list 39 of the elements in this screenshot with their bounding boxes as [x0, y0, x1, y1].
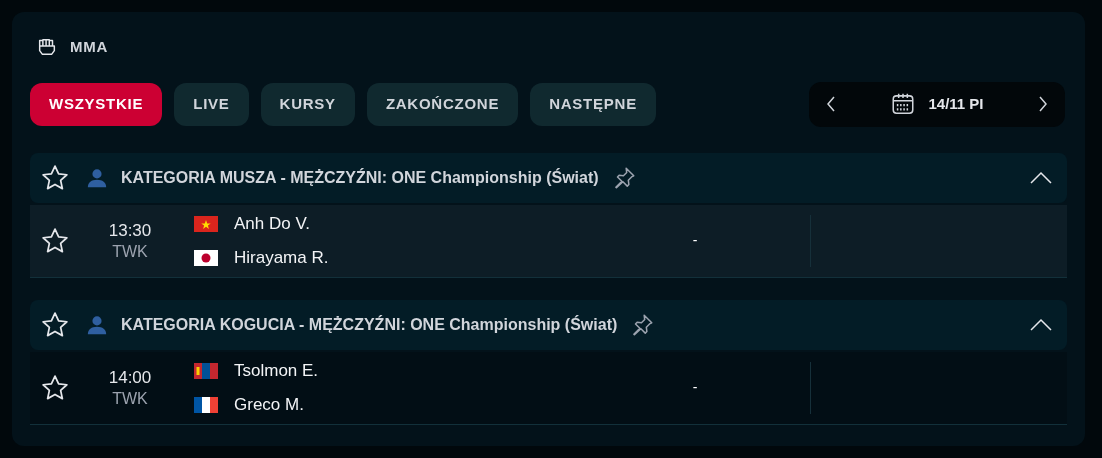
league-title: KATEGORIA KOGUCIA - MĘŻCZYŹNI: ONE Championship (Świat) [121, 314, 618, 335]
flag-icon [194, 396, 218, 413]
chevron-up-icon[interactable] [1029, 170, 1053, 185]
match-score: - [691, 378, 699, 397]
star-icon[interactable] [40, 225, 70, 256]
match-status: TWK [112, 241, 148, 262]
competitor-name: Hirayama R. [234, 246, 329, 269]
league-header[interactable]: KATEGORIA MUSZA - MĘŻCZYŹNI: ONE Championship (Świat) [30, 152, 1067, 203]
competitor-name: Greco M. [234, 393, 304, 416]
flag-icon [194, 215, 218, 232]
filter-tab[interactable]: KURSY [260, 82, 355, 126]
person-icon [86, 166, 108, 189]
sport-title: MMA [70, 37, 109, 57]
flag-icon [194, 249, 218, 266]
chevron-right-icon[interactable] [1037, 95, 1049, 113]
calendar-icon [890, 91, 917, 117]
competitor-name: Tsolmon E. [234, 359, 319, 382]
filter-tab[interactable]: NASTĘPNE [530, 82, 656, 126]
league-title: KATEGORIA MUSZA - MĘŻCZYŹNI: ONE Championship (Świat) [121, 167, 599, 188]
star-icon[interactable] [40, 309, 70, 340]
match-row[interactable]: 13:30 TWK Anh Do V. Hirayama R. - [30, 204, 1067, 278]
filter-tab[interactable]: LIVE [174, 82, 249, 126]
star-icon[interactable] [40, 372, 70, 403]
league-header[interactable]: KATEGORIA KOGUCIA - MĘŻCZYŹNI: ONE Championship (Świat) [30, 299, 1067, 350]
flag-icon [194, 362, 218, 379]
competitor-name: Anh Do V. [234, 212, 310, 235]
star-icon[interactable] [40, 162, 70, 193]
filter-tab[interactable]: ZAKOŃCZONE [366, 82, 519, 126]
person-icon [86, 313, 108, 336]
match-time: 13:30 [108, 219, 152, 242]
date-picker[interactable]: 14/11 PI [809, 81, 1065, 127]
filter-tab[interactable]: WSZYSTKIE [30, 82, 163, 126]
match-time: 14:00 [108, 366, 152, 389]
match-score: - [691, 231, 699, 250]
match-row[interactable]: 14:00 TWK Tsolmon E. Greco M. - [30, 351, 1067, 425]
chevron-left-icon[interactable] [825, 95, 837, 113]
date-label: 14/11 PI [928, 93, 984, 114]
match-status: TWK [112, 388, 148, 409]
chevron-up-icon[interactable] [1029, 317, 1053, 332]
